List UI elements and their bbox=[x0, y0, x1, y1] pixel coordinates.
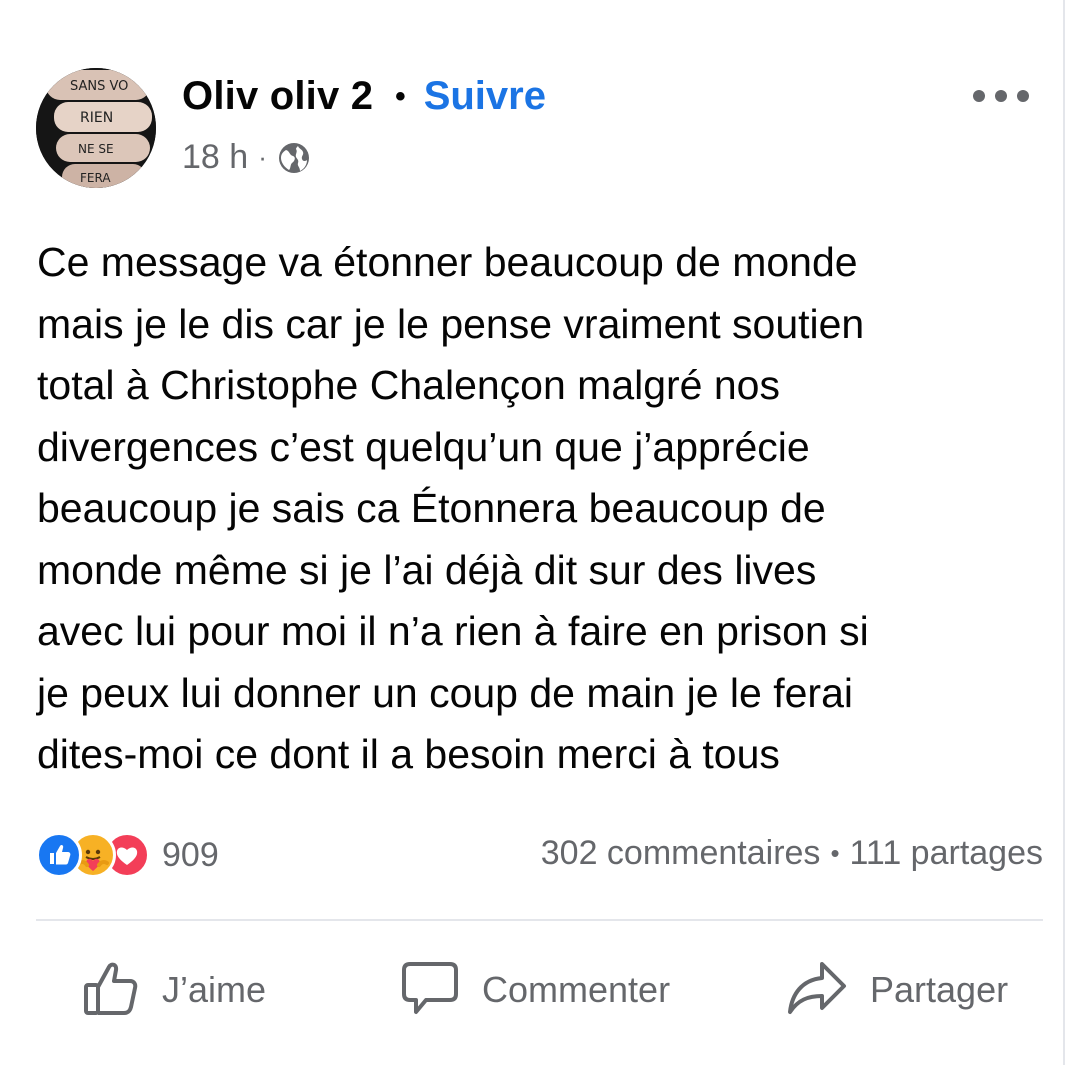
avatar-text-line-3: NE SE bbox=[78, 142, 114, 156]
author-line: Oliv oliv 2 • Suivre bbox=[182, 74, 546, 119]
post-actions: J’aime Commenter Partager bbox=[36, 950, 1043, 1030]
share-arrow-icon bbox=[786, 958, 848, 1023]
comment-label: Commenter bbox=[482, 969, 671, 1010]
post-header: SANS VO RIEN NE SE FERA Oliv oliv 2 • Su… bbox=[36, 68, 1029, 188]
header-separator: • bbox=[395, 79, 406, 113]
globe-icon bbox=[277, 141, 311, 175]
reactions-summary[interactable]: 909 bbox=[36, 832, 219, 878]
thumbs-up-icon bbox=[82, 959, 140, 1022]
comments-count[interactable]: 302 commentaires bbox=[541, 834, 821, 873]
author-name[interactable]: Oliv oliv 2 bbox=[182, 74, 373, 119]
post-meta: 18 h · bbox=[182, 138, 311, 177]
more-dot bbox=[1017, 90, 1029, 102]
more-dot bbox=[995, 90, 1007, 102]
stats-separator: • bbox=[830, 838, 840, 868]
divider bbox=[36, 919, 1043, 921]
more-options-icon[interactable] bbox=[973, 76, 1029, 116]
avatar[interactable]: SANS VO RIEN NE SE FERA bbox=[36, 68, 156, 188]
comment-button[interactable]: Commenter bbox=[400, 950, 670, 1030]
more-dot bbox=[973, 90, 985, 102]
avatar-text-line-4: FERA bbox=[80, 171, 111, 185]
engagement-counts: 302 commentaires • 111 partages bbox=[541, 834, 1043, 873]
avatar-text-line-2: RIEN bbox=[80, 110, 113, 126]
meta-separator: · bbox=[258, 142, 267, 172]
like-button[interactable]: J’aime bbox=[82, 950, 266, 1030]
comment-bubble-icon bbox=[400, 958, 460, 1023]
share-label: Partager bbox=[870, 969, 1009, 1010]
reaction-count: 909 bbox=[162, 835, 219, 874]
like-label: J’aime bbox=[162, 969, 267, 1010]
avatar-text-line-1: SANS VO bbox=[70, 79, 128, 94]
like-reaction-icon bbox=[36, 832, 82, 878]
follow-button[interactable]: Suivre bbox=[424, 74, 546, 119]
post-time[interactable]: 18 h bbox=[182, 138, 248, 177]
share-button[interactable]: Partager bbox=[786, 950, 1008, 1030]
shares-count[interactable]: 111 partages bbox=[850, 834, 1043, 873]
post-text: Ce message va étonner beaucoup de monde … bbox=[37, 239, 869, 777]
